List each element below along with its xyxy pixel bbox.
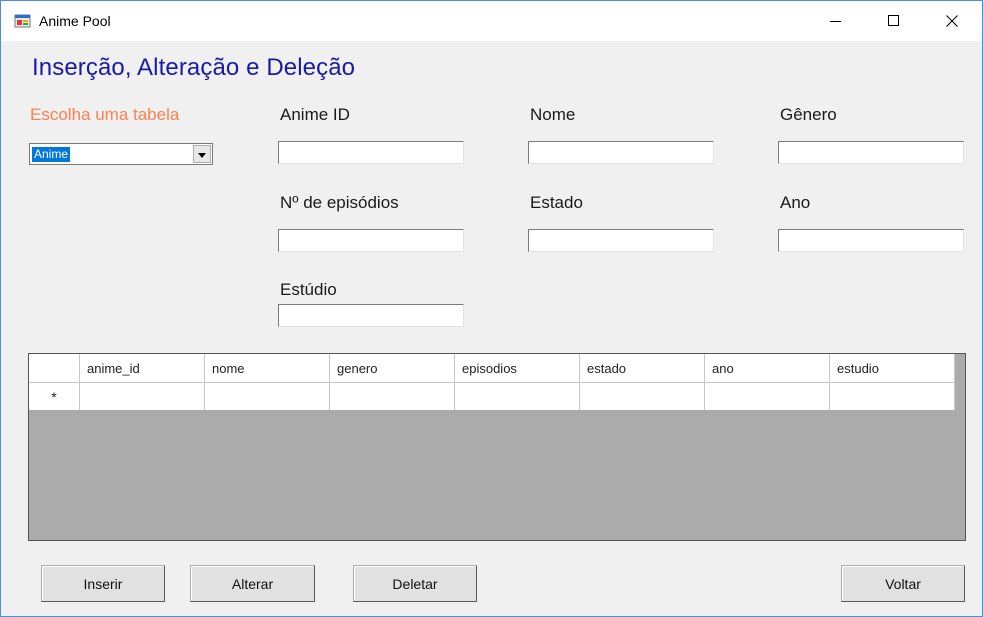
estado-label: Estado: [530, 193, 583, 212]
table-selector-dropdown[interactable]: Anime: [29, 143, 213, 165]
column-header[interactable]: genero: [330, 354, 455, 382]
estado-input[interactable]: [528, 229, 714, 252]
ano-label: Ano: [780, 193, 811, 212]
column-header[interactable]: estado: [580, 354, 705, 382]
grid-corner-cell[interactable]: [29, 354, 80, 382]
data-grid[interactable]: anime_id nome genero episodios estado an…: [28, 353, 966, 541]
table-selector-label: Escolha uma tabela: [30, 105, 180, 124]
column-header[interactable]: estudio: [830, 354, 955, 382]
close-icon: [946, 15, 958, 27]
episodios-label: Nº de episódios: [280, 193, 399, 212]
title-bar[interactable]: Anime Pool: [1, 1, 982, 41]
main-window: Anime Pool Inserção, Alteração e Deleção…: [0, 0, 983, 617]
voltar-button[interactable]: Voltar: [841, 565, 965, 602]
nome-input[interactable]: [528, 141, 714, 164]
estudio-label: Estúdio: [280, 280, 337, 299]
genero-label: Gênero: [780, 105, 837, 124]
grid-cell[interactable]: [455, 383, 580, 410]
window-title: Anime Pool: [39, 13, 111, 29]
app-icon: [14, 12, 31, 29]
episodios-input[interactable]: [278, 229, 464, 252]
maximize-button[interactable]: [865, 1, 923, 41]
grid-cell[interactable]: [705, 383, 830, 410]
row-header-cell[interactable]: *: [29, 383, 80, 410]
grid-cell[interactable]: [580, 383, 705, 410]
table-selector-value: Anime: [32, 147, 71, 162]
column-header[interactable]: ano: [705, 354, 830, 382]
close-button[interactable]: [923, 1, 981, 41]
anime-id-input[interactable]: [278, 141, 464, 164]
grid-cell[interactable]: [830, 383, 955, 410]
chevron-down-icon: [198, 145, 206, 163]
column-header[interactable]: nome: [205, 354, 330, 382]
genero-input[interactable]: [778, 141, 964, 164]
alterar-button[interactable]: Alterar: [190, 565, 315, 602]
new-row-marker: *: [51, 388, 57, 405]
ano-input[interactable]: [778, 229, 964, 252]
anime-id-label: Anime ID: [280, 105, 350, 124]
minimize-button[interactable]: [807, 1, 865, 41]
table-row[interactable]: *: [29, 382, 955, 410]
inserir-button[interactable]: Inserir: [41, 565, 165, 602]
minimize-icon: [830, 15, 842, 27]
estudio-input[interactable]: [278, 304, 464, 327]
grid-cell[interactable]: [205, 383, 330, 410]
grid-cell[interactable]: [330, 383, 455, 410]
deletar-button[interactable]: Deletar: [353, 565, 477, 602]
maximize-icon: [888, 15, 900, 27]
column-header[interactable]: episodios: [455, 354, 580, 382]
page-title: Inserção, Alteração e Deleção: [32, 54, 356, 81]
grid-cell[interactable]: [80, 383, 205, 410]
dropdown-arrow-button[interactable]: [193, 145, 211, 163]
grid-header-row: anime_id nome genero episodios estado an…: [29, 354, 955, 382]
nome-label: Nome: [530, 105, 576, 124]
column-header[interactable]: anime_id: [80, 354, 205, 382]
